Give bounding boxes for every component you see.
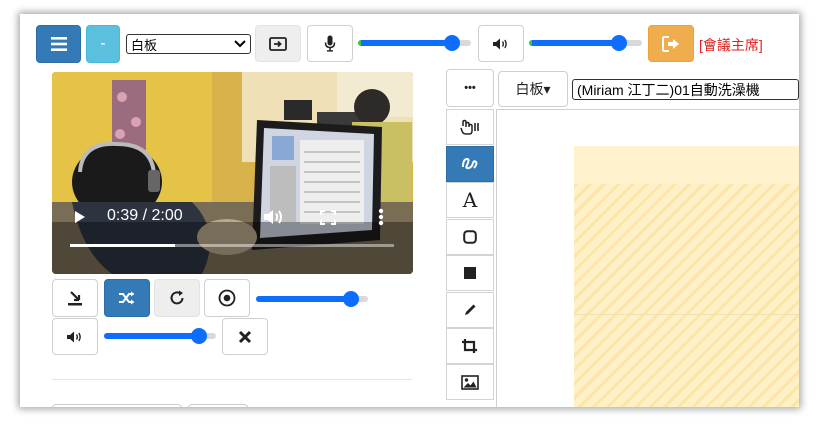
close-video-button[interactable] [222,318,268,355]
more-tools-button[interactable]: ••• [446,69,494,107]
microphone-volume-slider[interactable] [358,33,471,53]
hamburger-icon [50,37,67,51]
pencil-icon [465,304,476,315]
tool-draw[interactable] [446,146,494,182]
close-icon [238,330,252,343]
board-dropdown-label: 白板▾ [515,81,551,97]
refresh-icon [170,290,184,305]
slider-thumb[interactable] [343,291,360,307]
upload-icon [68,291,82,306]
speaker-volume-slider[interactable] [529,33,642,53]
crop-icon [462,339,477,353]
shuffle-button[interactable] [104,279,150,317]
slider-fill [104,333,200,339]
filled-rect-icon [464,267,476,279]
upload-video-button[interactable] [52,279,98,317]
screen-share-icon [269,36,287,51]
video-volume-button[interactable] [52,318,98,355]
fullscreen-icon[interactable] [320,210,336,225]
rounded-rect-icon [463,230,477,244]
microphone-icon [324,35,336,52]
slider-fill [256,296,352,302]
tool-text[interactable]: A [446,182,494,218]
sign-out-icon [662,35,679,52]
leave-meeting-button[interactable] [648,25,694,62]
video-player[interactable]: 0:39 / 2:00 [52,72,413,274]
video-progress-fill [70,244,176,247]
more-tools-label: ••• [464,82,476,94]
refresh-button[interactable] [154,279,200,317]
video-volume-slider[interactable] [104,326,216,346]
microphone-button[interactable] [307,25,353,62]
mute-icon[interactable] [263,208,285,226]
record-icon [218,289,236,307]
record-button[interactable] [204,279,250,317]
shuffle-icon [119,291,135,305]
file-select-value: (Miriam 江丁二)01自動洗澡機 [577,81,760,98]
divider [52,379,412,380]
slider-thumb[interactable] [611,35,628,51]
slider-fill [529,40,620,46]
video-time: 0:39 / 2:00 [107,207,183,224]
draw-icon [462,157,478,170]
video-progress-bar[interactable] [70,244,394,247]
chevron-down-icon [234,40,246,48]
slider-thumb[interactable] [443,35,460,51]
volume-icon [493,38,507,49]
board-select[interactable]: 白板 [126,34,251,54]
tool-image[interactable] [446,364,494,400]
image-icon [461,374,479,390]
meeting-host-label: [會議主席] [699,37,763,53]
board-select-value: 白板 [131,37,158,53]
share-screen-button[interactable] [255,25,301,62]
pointer-icon [460,119,479,135]
playback-slider[interactable] [256,289,368,309]
text-icon: A [462,188,478,212]
more-options-icon[interactable] [378,208,384,226]
tool-pencil[interactable] [446,292,494,328]
app-window: - 白板 [會議主席] 0:39 / 2:00 ••• 白板▾ (Miriam … [20,14,799,407]
slider-thumb[interactable] [191,328,208,344]
board-dropdown[interactable]: 白板▾ [498,71,568,107]
partial-button[interactable] [52,404,182,407]
menu-button[interactable] [36,25,81,63]
play-icon[interactable] [74,210,86,224]
tool-rounded-rect[interactable] [446,219,494,255]
page-rule [574,314,799,315]
speaker-button[interactable] [478,25,524,62]
partial-button[interactable] [188,404,248,407]
file-select[interactable]: (Miriam 江丁二)01自動洗澡機 [572,79,799,100]
tool-filled-rect[interactable] [446,255,494,291]
minimize-button[interactable]: - [86,25,120,63]
slider-fill [358,40,452,46]
tool-crop[interactable] [446,328,494,364]
tool-pointer[interactable] [446,109,494,145]
page-header-band [574,146,799,184]
whiteboard-page [574,146,799,407]
whiteboard-canvas[interactable] [496,109,799,407]
volume-icon [67,331,81,342]
minimize-label: - [100,35,106,52]
